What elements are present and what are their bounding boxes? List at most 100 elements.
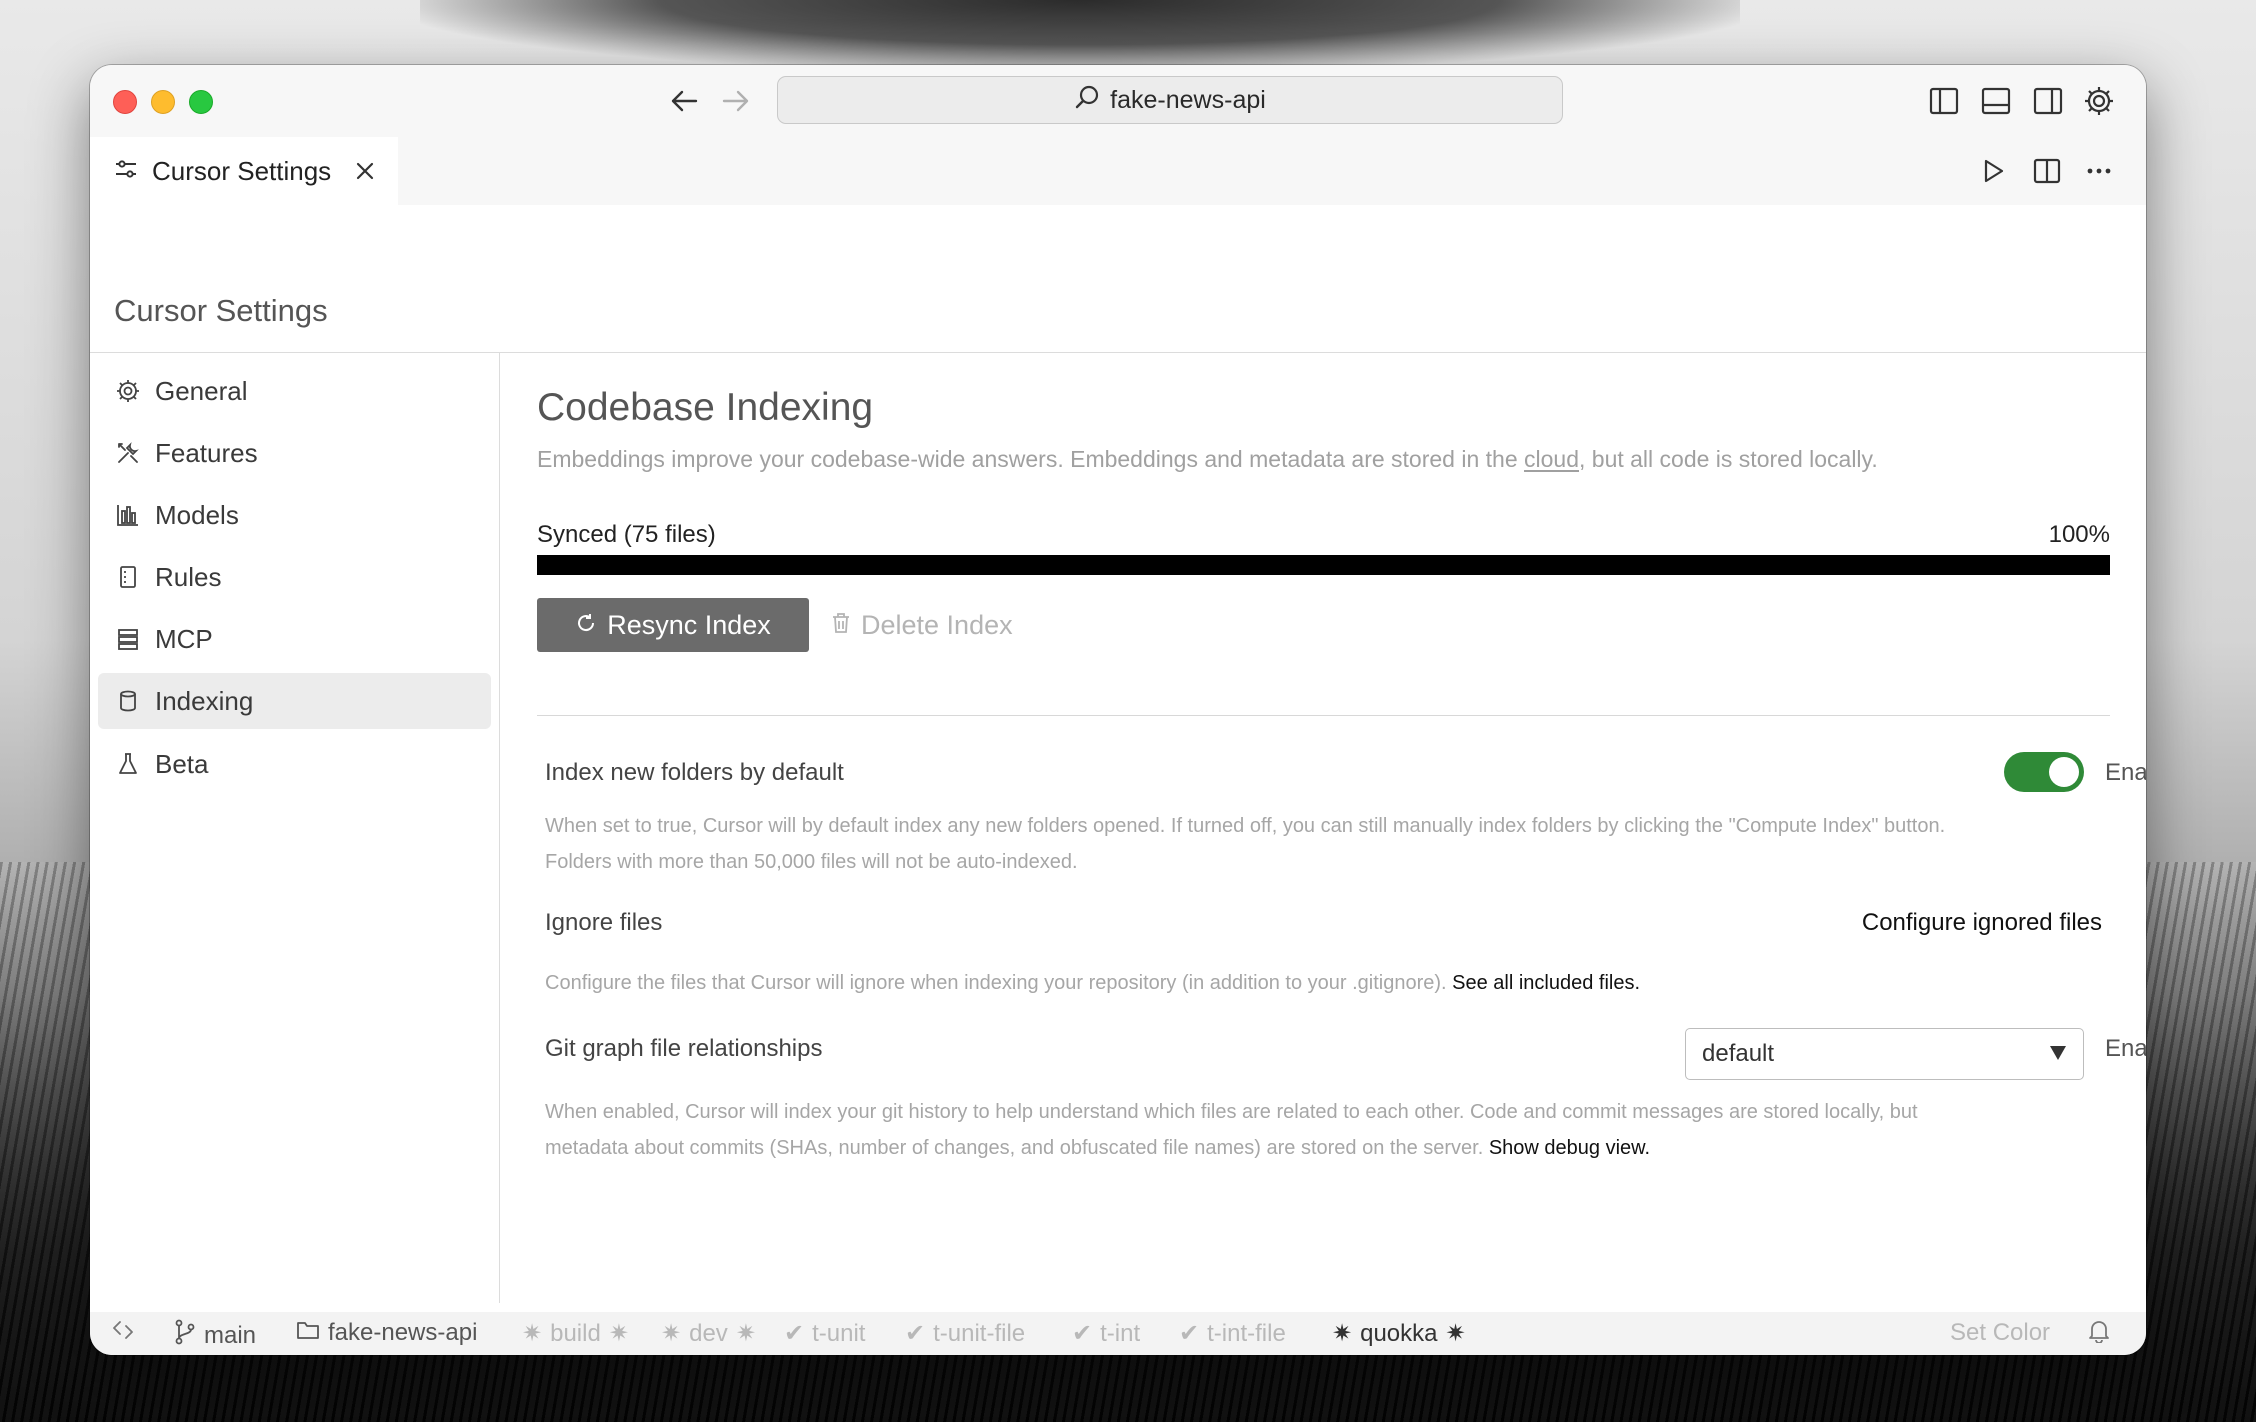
sidebar-item-label: Rules [155, 561, 222, 592]
indexing-panel: Codebase Indexing Embeddings improve you… [501, 353, 2146, 1303]
check-icon: ✔ [1072, 1320, 1093, 1347]
forward-arrow-icon[interactable] [716, 83, 756, 119]
settings-sidebar: General Features Models Rules MCP Indexi… [90, 353, 500, 1303]
page-title: Cursor Settings [114, 293, 328, 328]
refresh-icon [575, 610, 597, 641]
gear-icon[interactable] [2079, 81, 2119, 121]
configure-ignored-files-button[interactable]: Configure ignored files [1862, 909, 2102, 937]
star-icon: ✷ [1445, 1320, 1466, 1347]
task-quokka[interactable]: ✷ quokka ✷ [1332, 1319, 1466, 1348]
sync-status: Synced (75 files) [537, 521, 716, 548]
section-description: Embeddings improve your codebase-wide an… [537, 446, 1878, 472]
delete-label: Delete Index [861, 609, 1013, 640]
tab-cursor-settings[interactable]: Cursor Settings [90, 137, 398, 205]
check-icon: ✔ [905, 1320, 926, 1347]
sidebar-item-mcp[interactable]: MCP [98, 611, 491, 667]
toggle-panel-icon[interactable] [1976, 81, 2016, 121]
tools-icon [115, 440, 141, 466]
tab-label: Cursor Settings [152, 155, 332, 186]
folder-indicator[interactable]: fake-news-api [296, 1319, 477, 1347]
toggle-knob [2049, 757, 2079, 787]
flask-icon [115, 751, 141, 777]
chevron-down-icon [2049, 1040, 2067, 1068]
status-bar: main fake-news-api ✷ build ✷ ✷ dev ✷ ✔ t-unit… [90, 1312, 2146, 1355]
git-branch-icon [174, 1319, 196, 1352]
search-icon [1074, 84, 1100, 117]
delete-index-button[interactable]: Delete Index [831, 598, 1013, 652]
server-icon [115, 626, 141, 652]
task-t-unit-file[interactable]: ✔ t-unit-file [905, 1319, 1025, 1348]
command-search-bar[interactable]: fake-news-api [777, 76, 1563, 124]
sync-percent: 100% [2048, 521, 2110, 548]
close-window-button[interactable] [113, 90, 137, 114]
check-icon: ✔ [784, 1320, 805, 1347]
database-icon [115, 688, 141, 714]
toggle-primary-sidebar-icon[interactable] [1924, 81, 1964, 121]
sidebar-item-beta[interactable]: Beta [98, 736, 491, 792]
sync-progress-bar [537, 555, 2110, 575]
index-new-folders-status: Enabled [2105, 759, 2146, 786]
sidebar-item-general[interactable]: General [98, 363, 491, 419]
settings-header: Cursor Settings [90, 205, 2146, 353]
git-graph-description: When enabled, Cursor will index your git… [545, 1101, 1918, 1159]
task-dev[interactable]: ✷ dev ✷ [661, 1319, 756, 1348]
task-t-int[interactable]: ✔ t-int [1072, 1319, 1140, 1348]
star-icon: ✷ [522, 1320, 543, 1347]
ignore-files-label: Ignore files [545, 909, 663, 936]
split-editor-icon[interactable] [2027, 151, 2067, 191]
sidebar-item-label: Beta [155, 748, 209, 779]
run-icon[interactable] [1974, 151, 2014, 191]
index-new-folders-toggle[interactable] [2004, 752, 2084, 792]
gear-icon [115, 378, 141, 404]
sidebar-item-rules[interactable]: Rules [98, 549, 491, 605]
bell-icon[interactable] [2088, 1319, 2110, 1343]
folder-icon [296, 1319, 320, 1347]
background-tree [420, 0, 1740, 70]
star-icon: ✷ [608, 1320, 629, 1347]
remote-indicator-icon[interactable] [112, 1319, 134, 1341]
star-icon: ✷ [1332, 1320, 1353, 1347]
zoom-window-button[interactable] [189, 90, 213, 114]
sidebar-item-label: Models [155, 499, 239, 530]
more-actions-icon[interactable] [2079, 151, 2119, 191]
resync-label: Resync Index [607, 609, 771, 640]
back-arrow-icon[interactable] [664, 83, 704, 119]
index-new-folders-label: Index new folders by default [545, 759, 844, 786]
set-color-button[interactable]: Set Color [1950, 1319, 2050, 1347]
git-graph-status: Enabled [2105, 1035, 2146, 1062]
sidebar-item-models[interactable]: Models [98, 487, 491, 543]
sidebar-item-label: Indexing [155, 685, 254, 716]
star-icon: ✷ [735, 1320, 756, 1347]
star-icon: ✷ [661, 1320, 682, 1347]
task-t-unit[interactable]: ✔ t-unit [784, 1319, 865, 1348]
editor-tab-row: Cursor Settings [90, 137, 2146, 205]
close-icon[interactable] [355, 161, 375, 181]
models-icon [115, 502, 141, 528]
sidebar-item-label: General [155, 375, 248, 406]
cloud-link[interactable]: cloud [1524, 446, 1579, 472]
toggle-secondary-sidebar-icon[interactable] [2028, 81, 2068, 121]
resync-index-button[interactable]: Resync Index [537, 598, 809, 652]
search-text: fake-news-api [1110, 85, 1266, 114]
git-graph-label: Git graph file relationships [545, 1035, 823, 1062]
rules-icon [115, 564, 141, 590]
check-icon: ✔ [1179, 1320, 1200, 1347]
select-value: default [1702, 1040, 1775, 1067]
ignore-files-description: Configure the files that Cursor will ign… [545, 972, 1641, 994]
see-all-included-files-link[interactable]: See all included files. [1452, 972, 1640, 994]
branch-indicator[interactable]: main [174, 1319, 256, 1352]
index-new-folders-description: When set to true, Cursor will by default… [545, 815, 1946, 873]
minimize-window-button[interactable] [151, 90, 175, 114]
sidebar-item-features[interactable]: Features [98, 425, 491, 481]
task-build[interactable]: ✷ build ✷ [522, 1319, 629, 1348]
app-window: fake-news-api Cursor Settings Cursor Set… [90, 65, 2146, 1355]
task-t-int-file[interactable]: ✔ t-int-file [1179, 1319, 1286, 1348]
trash-icon [831, 610, 851, 641]
sidebar-item-label: MCP [155, 623, 213, 654]
sidebar-item-label: Features [155, 437, 258, 468]
section-title: Codebase Indexing [537, 386, 874, 429]
sidebar-item-indexing[interactable]: Indexing [98, 673, 491, 729]
settings-sliders-icon [114, 156, 138, 187]
show-debug-view-link[interactable]: Show debug view. [1489, 1137, 1650, 1159]
git-graph-select[interactable]: default [1685, 1028, 2084, 1080]
